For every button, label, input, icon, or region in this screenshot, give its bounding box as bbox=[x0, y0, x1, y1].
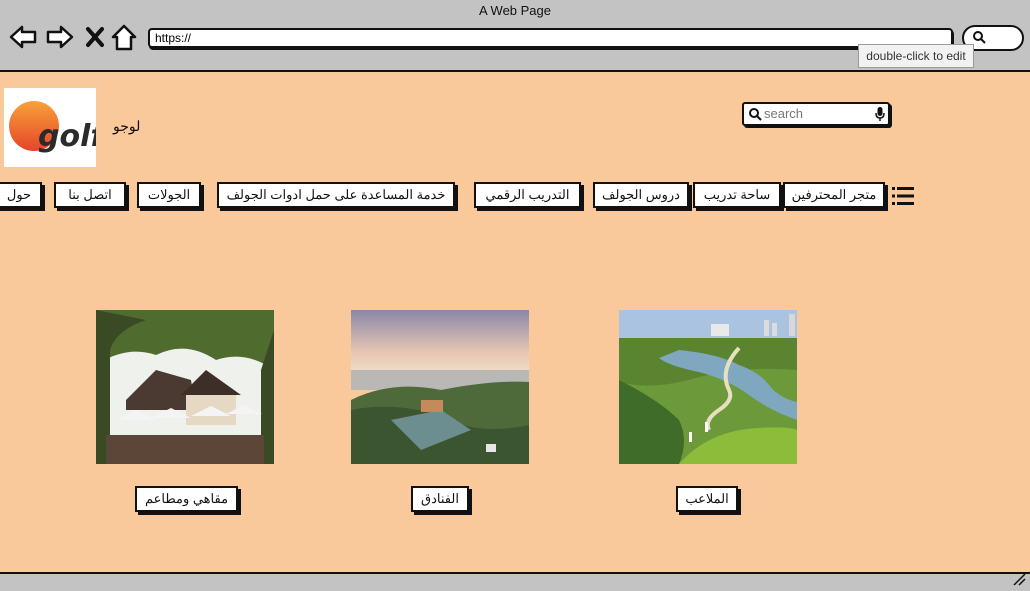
site-search-input[interactable] bbox=[764, 105, 869, 121]
nav-golf-lessons[interactable]: دروس الجولف bbox=[593, 182, 689, 208]
golf-logo[interactable]: golf bbox=[4, 88, 107, 167]
cafe-restaurant-photo[interactable] bbox=[96, 310, 274, 464]
microphone-icon[interactable] bbox=[875, 106, 885, 127]
search-icon bbox=[748, 107, 762, 126]
forward-arrow-icon[interactable] bbox=[45, 22, 75, 52]
nav-digital-training[interactable]: التدريب الرقمي bbox=[474, 182, 581, 208]
search-icon bbox=[972, 30, 986, 49]
golf-logo-image: golf bbox=[9, 101, 107, 154]
logo-label: لوجو bbox=[113, 118, 141, 134]
hotel-resort-photo[interactable] bbox=[351, 310, 529, 464]
home-icon[interactable] bbox=[110, 22, 140, 52]
nav-tours[interactable]: الجولات bbox=[137, 182, 201, 208]
url-bar[interactable]: https:// bbox=[148, 28, 953, 48]
nav-pro-shop[interactable]: متجر المحترفين bbox=[783, 182, 885, 208]
nav-driving-range[interactable]: ساحة تدريب bbox=[693, 182, 781, 208]
site-search-box[interactable] bbox=[742, 102, 890, 126]
edit-tooltip: double-click to edit bbox=[858, 44, 974, 68]
caption-courses[interactable]: الملاعب bbox=[676, 486, 738, 512]
caption-cafes-restaurants[interactable]: مقاهي ومطاعم bbox=[135, 486, 238, 512]
back-arrow-icon[interactable] bbox=[8, 22, 38, 52]
nav-contact-us[interactable]: اتصل بنا bbox=[54, 182, 126, 208]
page-content: golf لوجو متجر المحترفين ساحة تدريب دروس… bbox=[0, 70, 1030, 574]
nav-caddie-service[interactable]: خدمة المساعدة على حمل ادوات الجولف bbox=[217, 182, 455, 208]
nav-about[interactable]: حول bbox=[0, 182, 42, 208]
golf-course-photo[interactable] bbox=[619, 310, 797, 464]
resize-grip-icon[interactable] bbox=[1012, 572, 1026, 586]
close-icon[interactable] bbox=[82, 22, 112, 52]
logo-text: golf bbox=[38, 119, 96, 154]
caption-hotels[interactable]: الفنادق bbox=[411, 486, 469, 512]
menu-icon[interactable] bbox=[892, 186, 914, 206]
